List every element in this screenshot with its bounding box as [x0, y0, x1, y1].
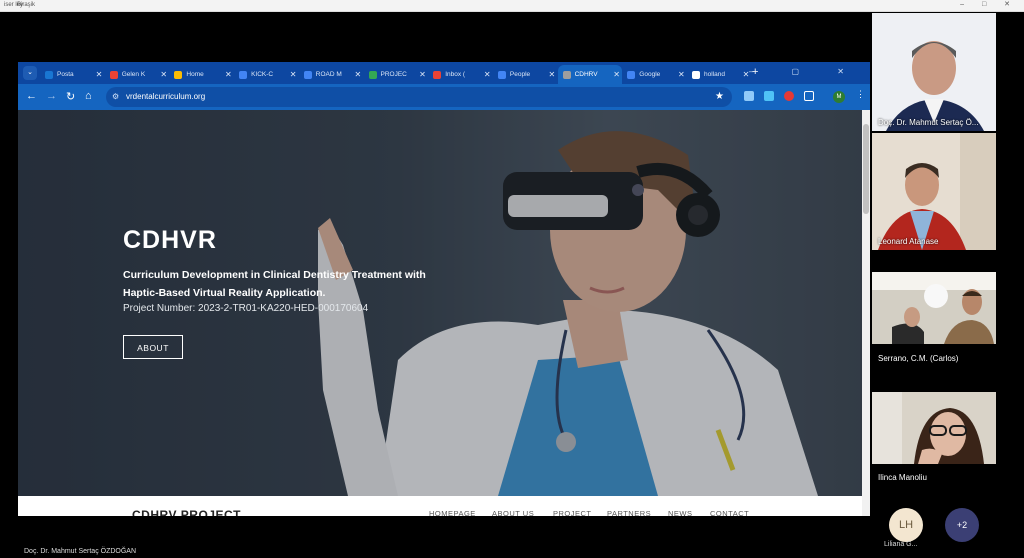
reload-icon[interactable]: ↻ [66, 90, 75, 103]
participant-video [872, 133, 996, 250]
bookmark-star-icon[interactable]: ★ [715, 87, 724, 107]
project-number: Project Number: 2023-2-TR01-KA220-HED-00… [123, 303, 369, 314]
more-participants-button[interactable]: +2 [945, 508, 979, 542]
close-tab-icon[interactable]: ✕ [676, 70, 686, 79]
close-tab-icon[interactable]: ✕ [288, 70, 298, 79]
participant-tile[interactable] [872, 272, 996, 344]
google-icon [692, 70, 700, 79]
people-icon [497, 70, 506, 79]
tab-label: Google [639, 71, 661, 78]
docs-icon [303, 70, 312, 79]
browser-tab[interactable]: Gelen K ✕ [105, 65, 169, 84]
tab-label: holland [704, 71, 725, 78]
browser-toolbar: ← → ↻ ⌂ ⚙ vrdentalcurriculum.org ★ M ⋮ [18, 84, 870, 110]
site-brand[interactable]: CDHRV PROJECT [132, 508, 241, 516]
window-controls[interactable]: – □ ✕ [960, 0, 1018, 8]
browser-tab[interactable]: Google ✕ [622, 65, 686, 84]
docs-icon [239, 70, 248, 79]
site-info-icon[interactable]: ⚙ [112, 87, 119, 107]
close-tab-icon[interactable]: ✕ [223, 70, 233, 79]
participant-name: Liliana G... [884, 541, 918, 548]
gsite-icon [627, 70, 636, 79]
browser-tab[interactable]: ROAD M ✕ [299, 65, 363, 84]
browser-tab[interactable]: Home ✕ [169, 65, 233, 84]
hero-banner: CDHVR Curriculum Development in Clinical… [18, 110, 862, 496]
participant-name: Ilinca Manoliu [878, 473, 927, 482]
tab-search-icon[interactable]: ⌄ [23, 66, 37, 80]
participant-name: Serrano, C.M. (Carlos) [878, 354, 959, 363]
participant-tile[interactable]: Leonard Atanase [872, 133, 996, 250]
extension-icon[interactable] [744, 91, 754, 101]
browser-tab[interactable]: holland ✕ [687, 65, 751, 84]
site-navigation: CDHRV PROJECT HOMEPAGE ABOUT US PROJECT PAR… [18, 496, 862, 516]
tab-label: Home [186, 71, 204, 78]
participant-video [872, 392, 996, 464]
browser-window-controls[interactable]: – ▢ ✕ [749, 67, 862, 76]
participant-video [872, 13, 996, 131]
browser-tab[interactable]: People ✕ [493, 65, 557, 84]
tab-label: Inbox ( [445, 71, 466, 78]
close-tab-icon[interactable]: ✕ [353, 70, 363, 79]
forward-icon[interactable]: → [46, 90, 57, 102]
tab-label: People [509, 71, 531, 78]
vr-icon [562, 70, 571, 79]
tab-label: CDHRV [574, 71, 598, 78]
participant-tile[interactable]: Doç. Dr. Mahmut Sertaç Ö... [872, 13, 996, 131]
menu-kebab-icon[interactable]: ⋮ [856, 89, 865, 100]
tab-strip: ⌄ Posta ✕ Gelen K ✕ Home ✕ KICK-C ✕ ROAD M ✕ PROJE… [18, 62, 870, 84]
nav-link[interactable]: PROJECT [553, 509, 592, 516]
nav-link[interactable]: PARTNERS [607, 509, 651, 516]
close-tab-icon[interactable]: ✕ [547, 70, 557, 79]
gmail-icon [109, 70, 118, 79]
sheets-icon [368, 70, 377, 79]
browser-tab[interactable]: PROJEC ✕ [364, 65, 428, 84]
hero-subtitle: Curriculum Development in Clinical Denti… [123, 269, 426, 299]
extensions-puzzle-icon[interactable] [804, 91, 814, 101]
browser-tab[interactable]: CDHRV ✕ [557, 65, 622, 84]
about-button[interactable]: ABOUT [123, 335, 183, 359]
nav-link[interactable]: HOMEPAGE [429, 509, 476, 516]
presenter-label: Doç. Dr. Mahmut Sertaç ÖZDOĞAN [24, 548, 137, 555]
home-icon[interactable]: ⌂ [85, 90, 92, 102]
drive-icon [174, 70, 183, 79]
browser-tab[interactable]: Posta ✕ [40, 65, 104, 84]
tab-label: KICK-C [251, 71, 274, 78]
page-scroll-thumb[interactable] [863, 124, 869, 214]
nav-link[interactable]: NEWS [668, 509, 693, 516]
hero-title: CDHVR [123, 226, 217, 254]
close-tab-icon[interactable]: ✕ [418, 70, 428, 79]
tab-label: Gelen K [121, 71, 146, 78]
tab-label: PROJEC [380, 71, 407, 78]
back-icon[interactable]: ← [26, 90, 37, 102]
browser-tab[interactable]: KICK-C ✕ [234, 65, 298, 84]
participant-name: Doç. Dr. Mahmut Sertaç Ö... [878, 118, 979, 127]
profile-avatar[interactable]: M [833, 91, 845, 103]
web-page-viewport: CDHVR Curriculum Development in Clinical… [18, 110, 862, 516]
close-tab-icon[interactable]: ✕ [94, 70, 104, 79]
browser-tab[interactable]: Inbox ( ✕ [428, 65, 492, 84]
participant-video [872, 272, 996, 344]
shared-browser-window: ⌄ Posta ✕ Gelen K ✕ Home ✕ KICK-C ✕ ROAD M ✕ PROJE… [18, 62, 870, 516]
participant-name: Leonard Atanase [878, 237, 939, 246]
nav-link[interactable]: ABOUT US [492, 509, 534, 516]
participant-tile[interactable] [872, 392, 996, 464]
nav-link[interactable]: CONTACT [710, 509, 749, 516]
tab-label: ROAD M [315, 71, 342, 78]
close-tab-icon[interactable]: ✕ [482, 70, 492, 79]
address-bar[interactable]: ⚙ vrdentalcurriculum.org ★ [106, 87, 732, 107]
os-title-bar: iser ley Biraşik – □ ✕ [0, 0, 1024, 12]
gmail-icon [433, 70, 442, 79]
outlook-icon [45, 70, 53, 79]
extension-icon[interactable] [764, 91, 774, 101]
close-tab-icon[interactable]: ✕ [159, 70, 169, 79]
participant-avatar[interactable]: LH [889, 508, 923, 542]
close-tab-icon[interactable]: ✕ [612, 70, 622, 79]
opera-extension-icon[interactable] [784, 91, 794, 101]
url-text: vrdentalcurriculum.org [126, 92, 206, 101]
os-bar-item[interactable]: Biraşik [17, 2, 35, 8]
tab-label: Posta [57, 71, 74, 78]
